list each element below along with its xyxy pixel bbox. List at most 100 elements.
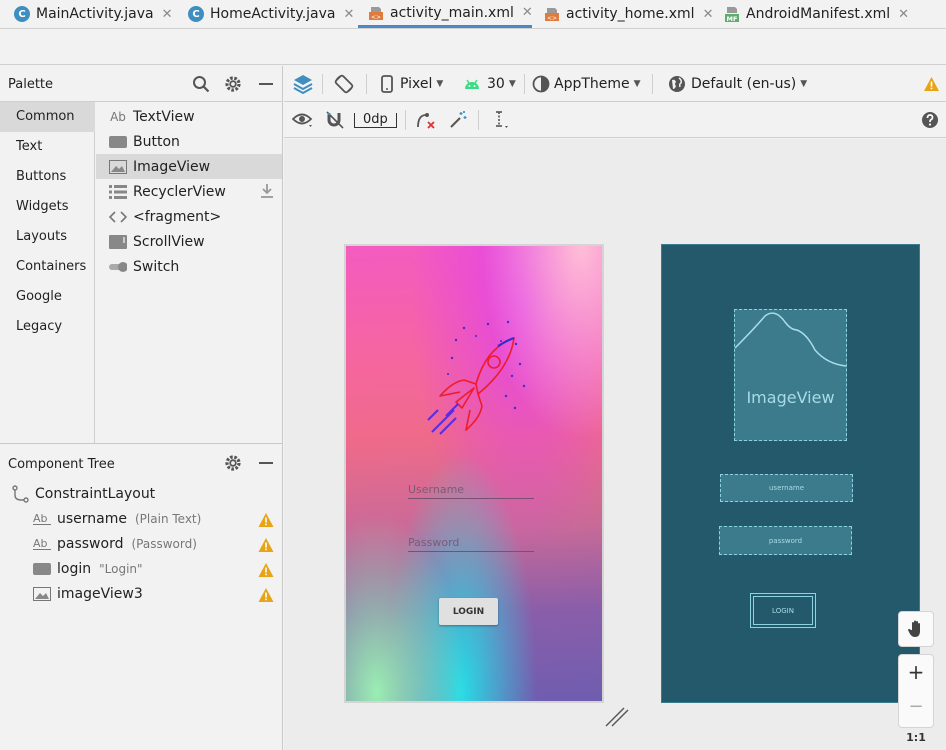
tab-activity-home[interactable]: <> activity_home.xml ✕ — [544, 0, 713, 28]
download-icon[interactable] — [260, 183, 274, 199]
tree-node-label: username — [57, 511, 127, 527]
blueprint-login[interactable]: LOGIN — [750, 593, 816, 628]
phone-icon — [381, 75, 393, 93]
category-buttons[interactable]: Buttons — [0, 162, 95, 192]
widget-label: TextView — [133, 108, 195, 125]
warning-icon[interactable] — [258, 512, 274, 528]
blueprint-preview[interactable]: ImageView username password LOGIN — [661, 244, 920, 703]
tree-node-constraintlayout[interactable]: ConstraintLayout — [12, 482, 155, 506]
blueprint-username[interactable]: username — [720, 474, 853, 502]
tab-label: HomeActivity.java — [210, 6, 336, 22]
tree-node-login[interactable]: login "Login" — [33, 557, 143, 581]
tree-node-username[interactable]: Ab username (Plain Text) — [33, 507, 201, 531]
api-selector[interactable]: 30 ▼ — [463, 66, 516, 102]
clear-constraints-icon[interactable] — [415, 110, 437, 130]
tab-activity-main[interactable]: <> activity_main.xml ✕ — [358, 0, 533, 28]
svg-text:<>: <> — [371, 14, 381, 21]
gear-icon[interactable] — [224, 454, 242, 472]
chevron-down-icon: ▼ — [436, 79, 444, 89]
widget-label: Switch — [133, 258, 180, 275]
warning-icon[interactable] — [258, 587, 274, 603]
blueprint-imageview[interactable]: ImageView — [734, 309, 847, 441]
category-legacy[interactable]: Legacy — [0, 312, 95, 342]
close-icon[interactable]: ✕ — [522, 5, 533, 20]
tree-node-password[interactable]: Ab password (Password) — [33, 532, 197, 556]
tree-node-label: password — [57, 536, 124, 552]
globe-icon — [669, 76, 685, 92]
warning-icon[interactable] — [258, 537, 274, 553]
password-field[interactable]: Password — [408, 536, 534, 552]
tree-node-imageview3[interactable]: imageView3 — [33, 582, 143, 606]
orientation-icon[interactable] — [333, 73, 355, 95]
category-common[interactable]: Common — [0, 102, 95, 132]
zoom-fit-button[interactable]: 1:1 — [898, 731, 934, 747]
editor-mode-strip — [0, 29, 946, 65]
hand-icon — [908, 620, 920, 637]
palette-item-recyclerview[interactable]: RecyclerView — [96, 179, 282, 204]
locale-selector[interactable]: Default (en-us) ▼ — [668, 66, 807, 102]
magic-wand-icon[interactable] — [448, 110, 468, 130]
theme-selector[interactable]: AppTheme ▼ — [532, 66, 641, 102]
blueprint-imageview-label: ImageView — [746, 388, 835, 407]
tab-mainactivity[interactable]: C MainActivity.java ✕ — [14, 0, 172, 28]
zoom-out-button[interactable]: − — [899, 688, 933, 724]
category-layouts[interactable]: Layouts — [0, 222, 95, 252]
close-icon[interactable]: ✕ — [703, 7, 714, 22]
palette-item-textview[interactable]: Ab TextView — [96, 104, 282, 129]
tab-label: activity_home.xml — [566, 6, 695, 22]
design-preview[interactable]: Username Password LOGIN — [344, 244, 604, 703]
device-selector[interactable]: Pixel ▼ — [380, 66, 443, 102]
gear-icon[interactable] — [224, 75, 242, 93]
category-text[interactable]: Text — [0, 132, 95, 162]
blueprint-password[interactable]: password — [719, 526, 852, 555]
component-tree-title: Component Tree — [8, 457, 115, 472]
tab-label: AndroidManifest.xml — [746, 6, 891, 22]
tab-label: MainActivity.java — [36, 6, 154, 22]
username-field[interactable]: Username — [408, 483, 534, 499]
warning-icon[interactable] — [258, 562, 274, 578]
close-icon[interactable]: ✕ — [344, 7, 355, 22]
svg-text:<>: <> — [547, 15, 557, 22]
widget-label: <fragment> — [133, 208, 222, 225]
resize-handle-icon[interactable] — [604, 706, 630, 728]
palette-item-scrollview[interactable]: ScrollView — [96, 229, 282, 254]
tab-homeactivity[interactable]: C HomeActivity.java ✕ — [188, 0, 354, 28]
default-margin-selector[interactable]: 0dp — [354, 102, 397, 138]
palette-item-fragment[interactable]: <fragment> — [96, 204, 282, 229]
android-icon — [465, 79, 479, 89]
minimize-icon[interactable] — [257, 75, 275, 93]
palette-item-button[interactable]: Button — [96, 129, 282, 154]
palette-item-imageview[interactable]: ImageView — [96, 154, 282, 179]
widget-label: ImageView — [133, 158, 211, 175]
layout-xml-icon: <> — [369, 6, 383, 21]
tree-node-label: imageView3 — [57, 586, 143, 602]
category-google[interactable]: Google — [0, 282, 95, 312]
category-widgets[interactable]: Widgets — [0, 192, 95, 222]
tree-node-hint: (Plain Text) — [135, 512, 202, 526]
tab-android-manifest[interactable]: MF AndroidManifest.xml ✕ — [724, 0, 909, 28]
layers-icon[interactable] — [292, 73, 314, 95]
close-icon[interactable]: ✕ — [162, 7, 173, 22]
warning-icon[interactable] — [923, 76, 940, 92]
pan-button[interactable] — [898, 611, 934, 647]
component-tree-panel: Component Tree ConstraintLayout Ab usern… — [0, 443, 283, 750]
minimize-icon[interactable] — [257, 454, 275, 472]
imageview-icon — [33, 587, 51, 601]
close-icon[interactable]: ✕ — [898, 7, 909, 22]
help-icon[interactable] — [921, 111, 939, 129]
tree-node-hint: (Password) — [131, 537, 197, 551]
eye-icon[interactable] — [292, 111, 314, 129]
search-icon[interactable] — [192, 75, 210, 93]
palette-item-switch[interactable]: Switch — [96, 254, 282, 279]
margin-value: 0dp — [354, 112, 397, 128]
zoom-in-button[interactable]: + — [899, 655, 933, 688]
layout-xml-icon: <> — [545, 8, 559, 22]
textview-icon: Ab — [110, 109, 126, 124]
design-toolbar: Pixel ▼ 30 ▼ AppTheme ▼ Default (en-us) … — [284, 66, 946, 102]
category-containers[interactable]: Containers — [0, 252, 95, 282]
guidelines-icon[interactable] — [492, 110, 512, 130]
rocket-icon[interactable] — [416, 316, 536, 446]
magnet-off-icon[interactable] — [325, 110, 345, 130]
java-class-icon: C — [14, 6, 30, 22]
login-button[interactable]: LOGIN — [439, 598, 498, 625]
